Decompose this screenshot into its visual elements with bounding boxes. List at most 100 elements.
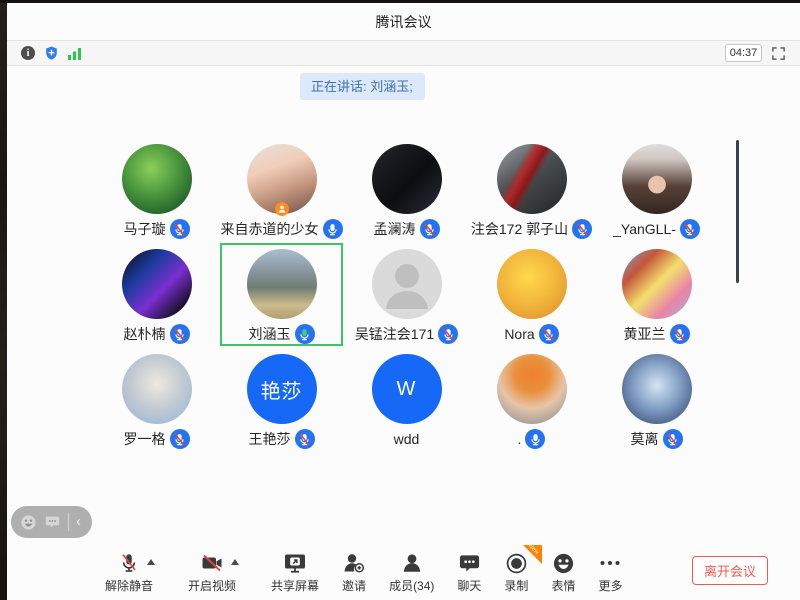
mic-status-icon <box>170 324 190 344</box>
page-title: 腾讯会议 <box>376 12 432 32</box>
participant-tile[interactable]: 莫离 <box>594 347 719 452</box>
scrollbar-thumb[interactable] <box>736 140 739 283</box>
unmute-button[interactable]: 解除静音 <box>105 551 153 594</box>
record-button[interactable]: New 录制 <box>504 551 528 594</box>
host-badge-icon <box>275 202 289 216</box>
floating-reaction-bar: ‹ <box>11 506 92 538</box>
participant-avatar <box>372 144 442 214</box>
meeting-info-icon[interactable]: i <box>21 46 35 60</box>
camera-off-icon <box>200 551 224 575</box>
participant-name-row: 黄亚兰 <box>624 323 690 345</box>
mic-status-icon <box>680 219 700 239</box>
participant-tile[interactable]: W wdd <box>344 347 469 452</box>
mic-status-icon <box>295 324 315 344</box>
participant-name: _YanGLL- <box>613 221 676 237</box>
participant-avatar: W <box>372 354 442 424</box>
emoji-button[interactable]: 表情 <box>551 551 575 594</box>
avatar-initials: W <box>397 378 417 401</box>
mic-status-icon <box>670 324 690 344</box>
mic-status-icon <box>170 219 190 239</box>
participant-tile[interactable]: 吴锰注会171 <box>344 242 469 347</box>
participant-avatar <box>247 249 317 319</box>
window-top-edge <box>0 0 800 3</box>
participant-name-row: Nora <box>504 323 558 345</box>
participant-grid: 马子璇 <box>94 137 722 452</box>
participant-tile[interactable]: 马子璇 <box>94 137 219 242</box>
network-signal-icon[interactable] <box>68 47 82 60</box>
participant-avatar <box>122 354 192 424</box>
participant-name: 孟澜涛 <box>374 219 416 239</box>
participant-tile[interactable]: 黄亚兰 <box>594 242 719 347</box>
invite-person-icon <box>342 551 366 575</box>
participant-avatar <box>622 144 692 214</box>
participant-tile[interactable]: 刘涵玉 <box>219 242 344 347</box>
status-right-group: 04:37 <box>725 44 786 62</box>
security-shield-icon[interactable] <box>44 45 59 61</box>
fullscreen-icon[interactable] <box>771 46 786 61</box>
bottom-toolbar: 解除静音 开启视频 <box>7 546 800 600</box>
participant-tile[interactable]: _YanGLL- <box>594 137 719 242</box>
participant-name: 刘涵玉 <box>249 324 291 344</box>
participant-avatar <box>247 144 317 214</box>
desktop-edge-strip <box>0 0 7 600</box>
participant-name-row: 孟澜涛 <box>374 218 440 240</box>
speaking-banner: 正在讲话: 刘涵玉; <box>300 73 425 100</box>
video-options-caret[interactable] <box>231 559 239 565</box>
toolbar-items: 解除静音 开启视频 <box>105 551 622 594</box>
participant-name-row: 王艳莎 <box>249 428 315 450</box>
divider <box>68 513 69 531</box>
share-screen-button[interactable]: 共享屏幕 <box>271 551 319 594</box>
participant-name: 黄亚兰 <box>624 324 666 344</box>
participant-name-row: 注会172 郭子山 <box>471 218 592 240</box>
leave-meeting-button[interactable]: 离开会议 <box>692 556 768 585</box>
collapse-chevron-icon[interactable]: ‹ <box>76 514 83 531</box>
tencent-meeting-window: 腾讯会议 i 04:37 正在讲话: 刘涵玉; <box>0 0 800 600</box>
emoji-icon <box>552 552 575 575</box>
status-bar: i 04:37 <box>7 40 800 66</box>
participant-tile[interactable]: Nora <box>469 242 594 347</box>
participant-name: 王艳莎 <box>249 429 291 449</box>
participant-tile[interactable]: 艳莎 王艳莎 <box>219 347 344 452</box>
message-icon[interactable] <box>44 514 61 530</box>
start-video-button[interactable]: 开启视频 <box>188 551 236 594</box>
participant-name-row: 马子璇 <box>124 218 190 240</box>
mic-status-icon <box>295 429 315 449</box>
participant-name: 赵朴楠 <box>124 324 166 344</box>
chat-button[interactable]: 聊天 <box>457 551 481 594</box>
participant-avatar <box>122 144 192 214</box>
participant-avatar: 艳莎 <box>247 354 317 424</box>
members-icon <box>400 551 424 575</box>
participant-name-row: . <box>518 428 546 450</box>
mic-muted-icon <box>118 551 140 575</box>
participant-tile[interactable]: 来自赤道的少女 <box>219 137 344 242</box>
participant-name-row: 罗一格 <box>124 428 190 450</box>
participant-avatar <box>622 354 692 424</box>
participant-tile[interactable]: 注会172 郭子山 <box>469 137 594 242</box>
share-screen-icon <box>283 551 307 575</box>
participant-name: wdd <box>394 431 420 447</box>
participant-name: 罗一格 <box>124 429 166 449</box>
participant-name: 来自赤道的少女 <box>221 219 319 239</box>
participant-tile[interactable]: 罗一格 <box>94 347 219 452</box>
mic-status-icon <box>420 219 440 239</box>
emoji-reaction-icon[interactable] <box>20 514 37 531</box>
participant-avatar <box>497 249 567 319</box>
mic-status-icon <box>663 429 683 449</box>
invite-button[interactable]: 邀请 <box>342 551 366 594</box>
more-button[interactable]: 更多 <box>598 551 622 594</box>
mic-status-icon <box>539 324 559 344</box>
status-left-group: i <box>21 45 82 61</box>
members-button[interactable]: 成员(34) <box>389 551 434 594</box>
participant-name-row: wdd <box>394 428 420 450</box>
participant-tile[interactable]: 赵朴楠 <box>94 242 219 347</box>
participant-avatar <box>497 144 567 214</box>
chat-bubble-icon <box>458 552 481 575</box>
participant-tile[interactable]: . <box>469 347 594 452</box>
default-avatar-silhouette-icon <box>372 249 442 319</box>
mic-options-caret[interactable] <box>147 559 155 565</box>
participant-avatar <box>372 249 442 319</box>
participant-name-row: 来自赤道的少女 <box>221 218 343 240</box>
participant-avatar <box>122 249 192 319</box>
mic-status-icon <box>438 324 458 344</box>
participant-tile[interactable]: 孟澜涛 <box>344 137 469 242</box>
